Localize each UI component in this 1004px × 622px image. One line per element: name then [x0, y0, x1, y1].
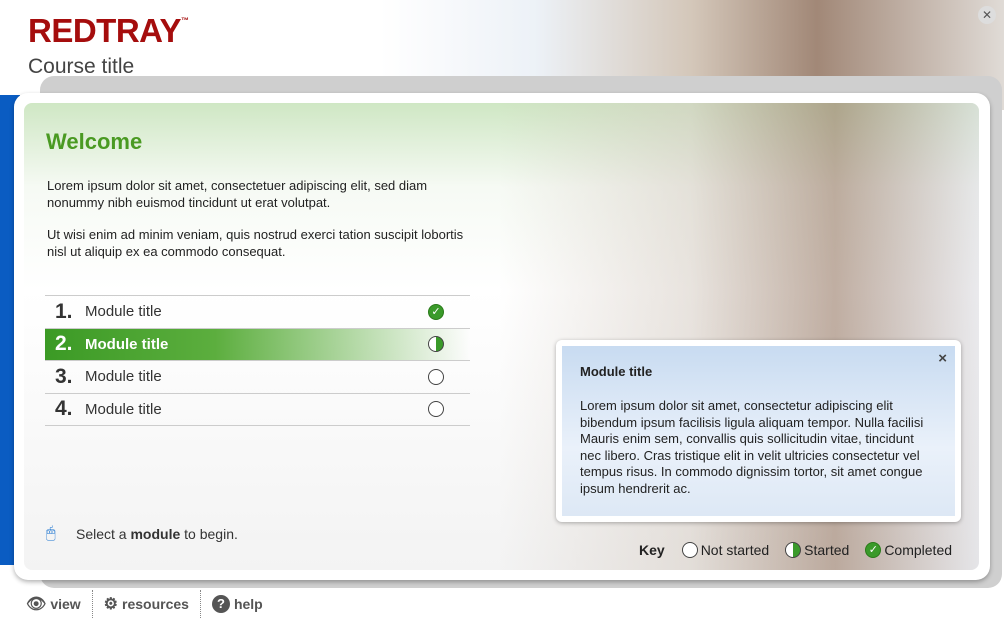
- module-number: 2.: [55, 332, 73, 356]
- module-item-4[interactable]: 4. Module title: [45, 394, 470, 426]
- module-number: 4.: [55, 397, 73, 421]
- intro-paragraph-1: Lorem ipsum dolor sit amet, consectetuer…: [47, 178, 428, 210]
- not-started-icon: [428, 401, 444, 418]
- gears-icon: ⚙: [103, 596, 119, 613]
- status-key: Key Not started Started ✓ Completed: [639, 542, 968, 558]
- instruction-hint: 🖱 Select a module to begin.: [46, 525, 238, 543]
- brand-name: REDTRAY: [28, 12, 181, 49]
- key-started: Started: [804, 542, 850, 558]
- module-info-popup: × Module title Lorem ipsum dolor sit ame…: [556, 340, 961, 522]
- completed-icon: ✓: [428, 303, 444, 320]
- hint-text: Select a: [76, 526, 131, 542]
- completed-icon: ✓: [865, 542, 882, 558]
- trademark: ™: [180, 16, 189, 25]
- started-icon: [428, 336, 444, 353]
- module-list: 1. Module title ✓ 2. Module title 3. Module …: [45, 295, 470, 426]
- module-item-2[interactable]: 2. Module title: [45, 328, 470, 361]
- popup-close-button[interactable]: ×: [938, 350, 947, 367]
- page-title: Welcome: [46, 129, 143, 154]
- key-not-started: Not started: [700, 542, 770, 558]
- help-label: help: [233, 596, 263, 612]
- module-item-1[interactable]: 1. Module title ✓: [45, 296, 470, 329]
- not-started-icon: [681, 542, 698, 558]
- module-number: 3.: [55, 364, 73, 388]
- help-icon: ?: [211, 595, 230, 613]
- module-label: Module title: [85, 400, 162, 418]
- view-label: view: [50, 596, 81, 612]
- help-button[interactable]: ? help: [211, 590, 274, 618]
- module-number: 1.: [55, 299, 73, 323]
- mouse-icon: 🖱: [46, 525, 56, 542]
- eye-icon: 👁: [26, 596, 47, 613]
- intro-paragraph-2: Ut wisi enim ad minim veniam, quis nostr…: [47, 227, 464, 259]
- resources-label: resources: [122, 596, 189, 612]
- key-completed: Completed: [884, 542, 953, 558]
- popup-body: Lorem ipsum dolor sit amet, consectetur …: [580, 398, 924, 496]
- key-label: Key: [639, 542, 665, 558]
- module-label: Module title: [85, 368, 162, 386]
- view-button[interactable]: 👁 view: [26, 590, 93, 618]
- hint-text-end: to begin.: [180, 526, 238, 542]
- footer-nav: 👁 view ⚙ resources ? help: [26, 590, 285, 618]
- module-label: Module title: [85, 303, 162, 321]
- module-item-3[interactable]: 3. Module title: [45, 361, 470, 394]
- hint-bold: module: [130, 526, 181, 542]
- started-icon: [785, 542, 802, 558]
- resources-button[interactable]: ⚙ resources: [104, 590, 201, 618]
- popup-title: Module title: [580, 364, 653, 379]
- close-window-button[interactable]: ✕: [978, 6, 996, 24]
- module-label: Module title: [85, 335, 169, 353]
- logo: REDTRAY™: [28, 12, 189, 50]
- not-started-icon: [428, 368, 444, 385]
